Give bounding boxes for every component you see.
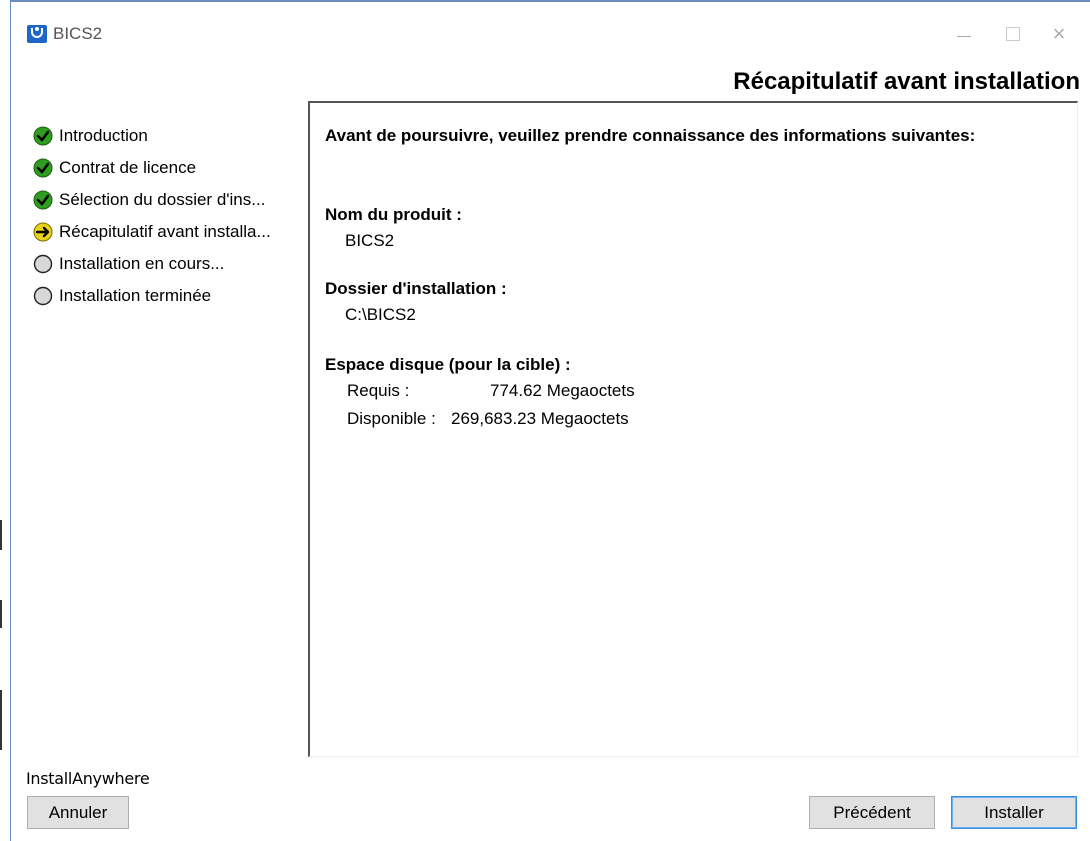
available-value: 269,683.23 Megaoctets: [451, 409, 629, 428]
window-edge-mark: [0, 690, 2, 750]
minimize-button[interactable]: [940, 16, 986, 52]
step-item: Installation terminée: [33, 280, 271, 312]
step-label: Récapitulatif avant installa...: [59, 222, 271, 241]
page-title: Récapitulatif avant installation: [733, 68, 1080, 95]
step-label: Installation terminée: [59, 286, 212, 305]
maximize-icon: [1006, 27, 1020, 41]
check-icon: [33, 126, 53, 146]
installer-window: BICS2 × Récapitulatif avant installation…: [10, 0, 1090, 841]
step-item: Installation en cours...: [33, 248, 271, 280]
installer-brand: InstallAnywhere: [26, 769, 150, 788]
window-edge-mark: [0, 600, 2, 628]
step-item: Introduction: [33, 120, 271, 152]
close-icon: ×: [1052, 21, 1066, 46]
previous-button[interactable]: Précédent: [809, 796, 935, 829]
folder-value: C:\BICS2: [345, 305, 416, 324]
steps-list: Introduction Contrat de licence Sélectio…: [33, 120, 271, 312]
available-label: Disponible :: [347, 409, 436, 428]
title-bar[interactable]: BICS2 ×: [11, 2, 1090, 66]
check-icon: [33, 158, 53, 178]
disk-space-label: Espace disque (pour la cible) :: [325, 355, 571, 374]
folder-label: Dossier d'installation :: [325, 279, 507, 298]
product-value: BICS2: [345, 231, 395, 250]
install-button[interactable]: Installer: [951, 796, 1077, 829]
minimize-icon: [957, 36, 971, 37]
summary-panel: Avant de poursuivre, veuillez prendre co…: [308, 101, 1078, 757]
circle-icon: [33, 254, 53, 274]
circle-icon: [33, 286, 53, 306]
app-icon: [27, 25, 47, 43]
maximize-button[interactable]: [988, 16, 1034, 52]
close-button[interactable]: ×: [1036, 16, 1082, 52]
arrow-right-icon: [33, 222, 53, 242]
step-label: Introduction: [59, 126, 148, 145]
step-item: Sélection du dossier d'ins...: [33, 184, 271, 216]
step-label: Contrat de licence: [59, 158, 197, 177]
required-value: 774.62 Megaoctets: [490, 381, 635, 400]
cancel-button[interactable]: Annuler: [27, 796, 129, 829]
intro-text: Avant de poursuivre, veuillez prendre co…: [325, 126, 976, 145]
product-label: Nom du produit :: [325, 205, 462, 224]
window-edge-mark: [0, 520, 2, 550]
step-item-current: Récapitulatif avant installa...: [33, 216, 271, 248]
check-icon: [33, 190, 53, 210]
step-label: Sélection du dossier d'ins...: [59, 190, 266, 209]
step-label: Installation en cours...: [59, 254, 225, 273]
step-item: Contrat de licence: [33, 152, 271, 184]
required-label: Requis :: [347, 381, 410, 400]
window-title: BICS2: [53, 24, 103, 43]
